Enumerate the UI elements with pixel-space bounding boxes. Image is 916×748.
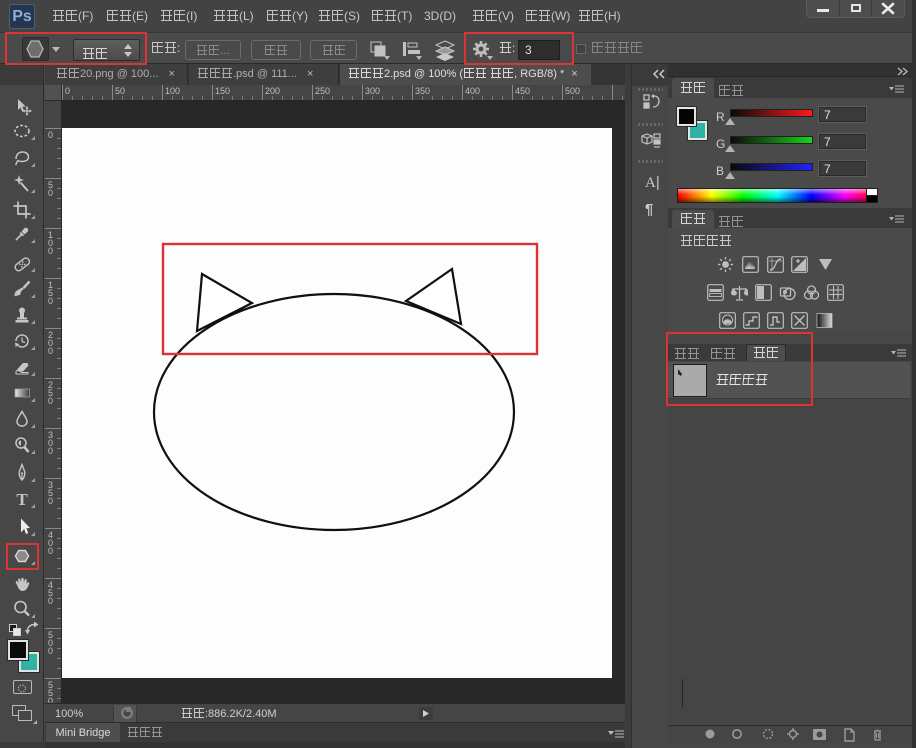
svg-text:T: T xyxy=(16,490,28,509)
